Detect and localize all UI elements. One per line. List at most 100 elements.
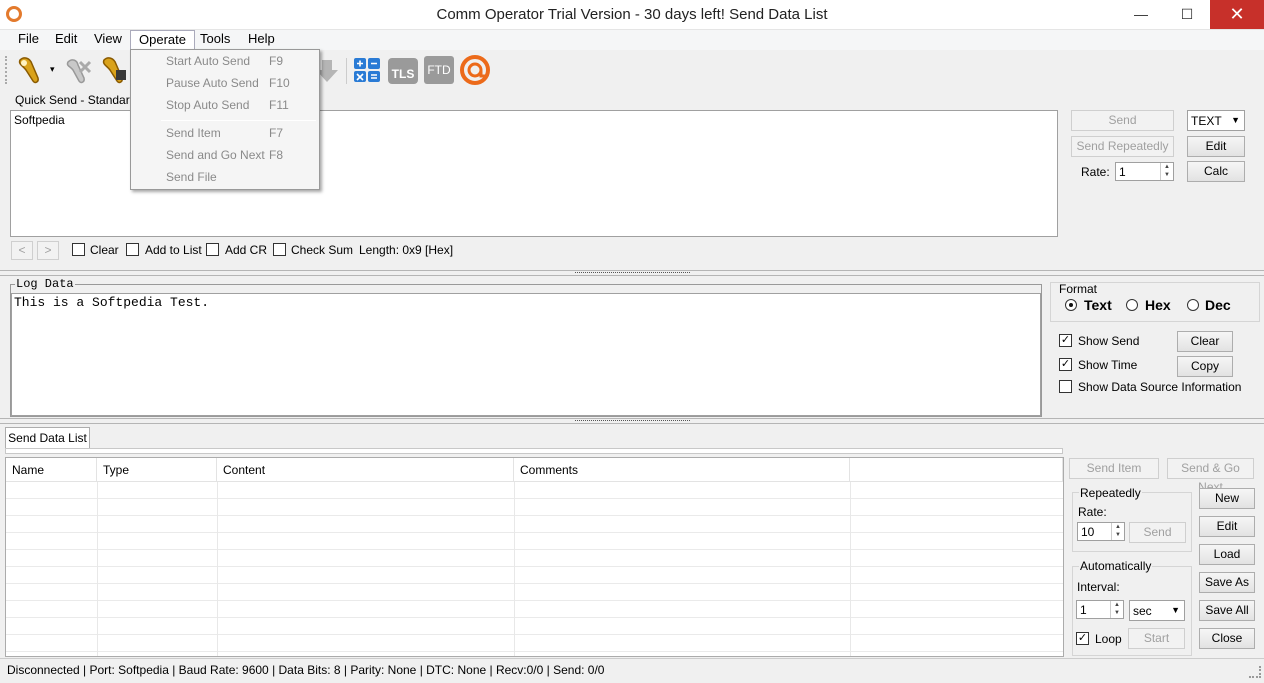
column-header-name[interactable]: Name [6, 458, 97, 482]
connect-dropdown-icon[interactable]: ▾ [50, 64, 55, 75]
column-header-type[interactable]: Type [97, 458, 217, 482]
table-row[interactable] [6, 550, 1063, 567]
send-data-table[interactable]: Name Type Content Comments [5, 457, 1064, 657]
toolbar-separator [346, 58, 347, 84]
loop-label: Loop [1095, 632, 1122, 646]
stepper-arrows-icon[interactable]: ▲ ▼ [1110, 601, 1123, 618]
ftd-icon[interactable]: FTD [424, 56, 454, 84]
column-header-comments[interactable]: Comments [514, 458, 850, 482]
table-row[interactable] [6, 482, 1063, 499]
connect-icon[interactable] [14, 54, 46, 86]
menu-tools[interactable]: Tools [192, 30, 238, 50]
table-row[interactable] [6, 601, 1063, 618]
minimize-button[interactable]: — [1118, 0, 1164, 29]
loop-checkbox[interactable]: ✓ [1076, 632, 1089, 645]
menu-operate[interactable]: Operate [130, 30, 195, 50]
close-window-button[interactable]: ✕ [1210, 0, 1264, 29]
show-time-checkbox[interactable]: ✓ [1059, 358, 1072, 371]
calc-button[interactable]: Calc [1187, 161, 1245, 182]
save-all-button[interactable]: Save All [1199, 600, 1255, 621]
table-row[interactable] [6, 584, 1063, 601]
stop-auto-send-item[interactable]: Stop Auto Send F11 [131, 94, 319, 116]
column-divider [217, 482, 218, 656]
repeatedly-group-title: Repeatedly [1079, 486, 1142, 500]
rate-stepper[interactable]: 1 ▲ ▼ [1115, 162, 1174, 181]
clear-checkbox-label: Clear [90, 243, 119, 257]
send-file-item[interactable]: Send File [131, 166, 319, 188]
send-item-button[interactable]: Send Item [1069, 458, 1159, 479]
format-select[interactable]: TEXT ▼ [1187, 110, 1245, 131]
list-rate-label: Rate: [1078, 505, 1107, 519]
menu-help[interactable]: Help [240, 30, 283, 50]
hex-format-radio[interactable] [1126, 299, 1138, 311]
list-close-button[interactable]: Close [1199, 628, 1255, 649]
list-edit-button[interactable]: Edit [1199, 516, 1255, 537]
send-repeatedly-button[interactable]: Send Repeatedly [1071, 136, 1174, 157]
show-time-label: Show Time [1078, 358, 1138, 372]
previous-button[interactable]: < [11, 241, 33, 260]
log-clear-button[interactable]: Clear [1177, 331, 1233, 352]
send-button[interactable]: Send [1071, 110, 1174, 131]
column-divider [97, 482, 98, 656]
maximize-button[interactable]: ☐ [1164, 0, 1210, 29]
port-settings-icon[interactable] [98, 54, 130, 86]
table-row[interactable] [6, 618, 1063, 635]
table-row[interactable] [6, 533, 1063, 550]
menu-edit[interactable]: Edit [47, 30, 85, 50]
log-copy-button[interactable]: Copy [1177, 356, 1233, 377]
title-bar: Comm Operator Trial Version - 30 days le… [0, 0, 1264, 30]
send-and-go-next-item[interactable]: Send and Go Next F8 [131, 144, 319, 166]
show-send-checkbox[interactable]: ✓ [1059, 334, 1072, 347]
start-button[interactable]: Start [1128, 628, 1185, 649]
new-button[interactable]: New [1199, 488, 1255, 509]
comm-operator-logo-icon[interactable] [459, 54, 491, 86]
splitter[interactable] [0, 270, 1264, 276]
stepper-arrows-icon[interactable]: ▲ ▼ [1160, 163, 1173, 180]
log-text: This is a Softpedia Test. [14, 295, 210, 310]
add-to-list-checkbox[interactable] [126, 243, 139, 256]
menu-view[interactable]: View [86, 30, 130, 50]
table-row[interactable] [6, 635, 1063, 652]
next-button[interactable]: > [37, 241, 59, 260]
send-item-menu-item[interactable]: Send Item F7 [131, 122, 319, 144]
column-header-content[interactable]: Content [217, 458, 514, 482]
dec-format-radio[interactable] [1187, 299, 1199, 311]
tls-icon[interactable]: TLS [388, 58, 418, 84]
table-row[interactable] [6, 516, 1063, 533]
pause-auto-send-item[interactable]: Pause Auto Send F10 [131, 72, 319, 94]
edit-button[interactable]: Edit [1187, 136, 1245, 157]
menu-file[interactable]: File [10, 30, 47, 50]
log-output[interactable]: This is a Softpedia Test. [11, 293, 1041, 416]
disconnect-icon[interactable] [62, 54, 94, 86]
status-bar: Disconnected | Port: Softpedia | Baud Ra… [0, 658, 1264, 683]
interval-stepper[interactable]: 1 ▲ ▼ [1076, 600, 1124, 619]
start-auto-send-item[interactable]: Start Auto Send F9 [131, 50, 319, 72]
save-as-button[interactable]: Save As [1199, 572, 1255, 593]
show-source-checkbox[interactable] [1059, 380, 1072, 393]
check-sum-checkbox[interactable] [273, 243, 286, 256]
calculator-icon[interactable] [352, 54, 384, 86]
toolbar-grip [5, 56, 8, 84]
text-format-label: Text [1084, 297, 1112, 313]
resize-grip-icon[interactable] [1249, 666, 1261, 678]
clear-checkbox[interactable] [72, 243, 85, 256]
add-cr-checkbox[interactable] [206, 243, 219, 256]
format-select-value: TEXT [1191, 114, 1222, 128]
tab-send-data-list[interactable]: Send Data List [5, 427, 90, 449]
format-group-title: Format [1059, 282, 1098, 296]
splitter[interactable] [0, 418, 1264, 424]
stepper-arrows-icon[interactable]: ▲ ▼ [1111, 523, 1124, 540]
text-format-radio[interactable] [1065, 299, 1077, 311]
interval-unit-select[interactable]: sec ▼ [1129, 600, 1185, 621]
tab-panel-border [5, 448, 1063, 454]
repeat-send-button[interactable]: Send [1129, 522, 1186, 543]
status-text: Disconnected | Port: Softpedia | Baud Ra… [7, 663, 605, 677]
show-send-label: Show Send [1078, 334, 1140, 348]
log-title: Log Data [15, 277, 75, 291]
add-to-list-label: Add to List [145, 243, 202, 257]
list-rate-stepper[interactable]: 10 ▲ ▼ [1077, 522, 1125, 541]
load-button[interactable]: Load [1199, 544, 1255, 565]
send-go-next-button[interactable]: Send & Go Next [1167, 458, 1254, 494]
table-row[interactable] [6, 567, 1063, 584]
table-row[interactable] [6, 499, 1063, 516]
